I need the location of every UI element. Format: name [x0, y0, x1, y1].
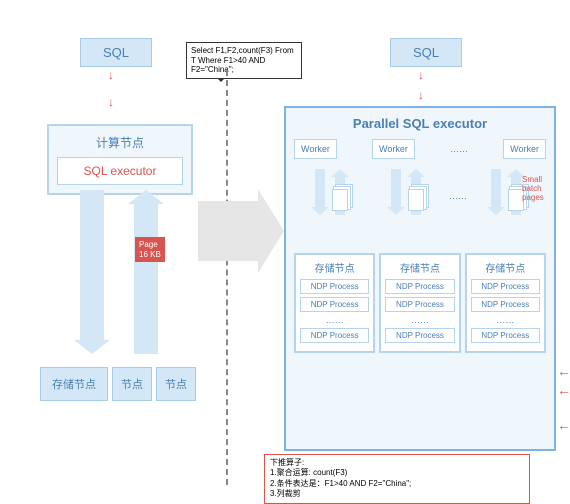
- pushdown-line: 1.聚合运算: count(F3): [270, 468, 524, 478]
- data-up-arrow: [134, 204, 158, 354]
- ellipsis: ……: [471, 315, 540, 325]
- ndp-process: NDP Process: [471, 297, 540, 312]
- page-size-label: Page 16 KB: [135, 237, 165, 262]
- arrow-left-icon: ←: [557, 382, 570, 398]
- data-down-arrow: [80, 190, 104, 340]
- arrow-down-icon: [491, 169, 501, 207]
- pushdown-title: 下推算子:: [270, 458, 524, 468]
- ndp-process: NDP Process: [385, 279, 454, 294]
- arrow-down-icon: ↓: [108, 68, 114, 82]
- small-batch-label: Small batch pages: [522, 176, 556, 202]
- left-sql-node: SQL: [80, 38, 152, 67]
- arrow-down-icon: ↓: [418, 68, 424, 82]
- compute-node-box: 计算节点 SQL executor: [47, 124, 193, 195]
- storage-title: 存储节点: [300, 260, 369, 275]
- ndp-process: NDP Process: [471, 328, 540, 343]
- pushdown-operators-box: 下推算子: 1.聚合运算: count(F3) 2.条件表达是：F1>40 AN…: [264, 454, 530, 504]
- sql-executor-box: SQL executor: [57, 157, 183, 185]
- parallel-title: Parallel SQL executor: [294, 116, 546, 131]
- transition-arrow-icon: [198, 201, 258, 261]
- arrow-down-icon: ↓: [418, 88, 424, 102]
- ndp-process: NDP Process: [385, 297, 454, 312]
- worker-box: Worker: [503, 139, 546, 159]
- pushdown-line: 3.列裁剪: [270, 489, 524, 499]
- storage-node: 存储节点: [40, 367, 108, 401]
- parallel-executor-panel: Parallel SQL executor Worker Worker …… W…: [284, 106, 556, 451]
- arrow-down-icon: [315, 169, 325, 207]
- ndp-process: NDP Process: [385, 328, 454, 343]
- sql-query-bubble: Select F1,F2,count(F3) From T Where F1>4…: [186, 42, 302, 79]
- arrow-down-icon: [391, 169, 401, 207]
- worker-box: Worker: [294, 139, 337, 159]
- right-sql-node: SQL: [390, 38, 462, 67]
- ndp-process: NDP Process: [300, 328, 369, 343]
- worker-arrows-row: ……: [294, 169, 546, 223]
- ndp-process: NDP Process: [300, 297, 369, 312]
- divider-line: [226, 70, 228, 485]
- arrow-left-icon: ←: [557, 417, 570, 433]
- ndp-process: NDP Process: [300, 279, 369, 294]
- storage-column: 存储节点 NDP Process NDP Process …… NDP Proc…: [465, 253, 546, 353]
- storage-title: 存储节点: [385, 260, 454, 275]
- storage-column: 存储节点 NDP Process NDP Process …… NDP Proc…: [294, 253, 375, 353]
- ellipsis: ……: [385, 315, 454, 325]
- arrow-left-icon: ←: [557, 363, 570, 379]
- arrow-down-icon: ↓: [108, 95, 114, 109]
- storage-node: 节点: [112, 367, 152, 401]
- storage-title: 存储节点: [471, 260, 540, 275]
- storage-node: 节点: [156, 367, 196, 401]
- page-stack-icon: [332, 189, 348, 211]
- compute-node-title: 计算节点: [57, 134, 183, 151]
- ellipsis: ……: [449, 191, 467, 201]
- ellipsis: ……: [450, 144, 468, 154]
- storage-column: 存储节点 NDP Process NDP Process …… NDP Proc…: [379, 253, 460, 353]
- storage-row: 存储节点 NDP Process NDP Process …… NDP Proc…: [294, 253, 546, 353]
- page-stack-icon: [408, 189, 424, 211]
- worker-box: Worker: [372, 139, 415, 159]
- ellipsis: ……: [300, 315, 369, 325]
- ndp-process: NDP Process: [471, 279, 540, 294]
- worker-row: Worker Worker …… Worker: [294, 139, 546, 159]
- pushdown-line: 2.条件表达是：F1>40 AND F2="China";: [270, 479, 524, 489]
